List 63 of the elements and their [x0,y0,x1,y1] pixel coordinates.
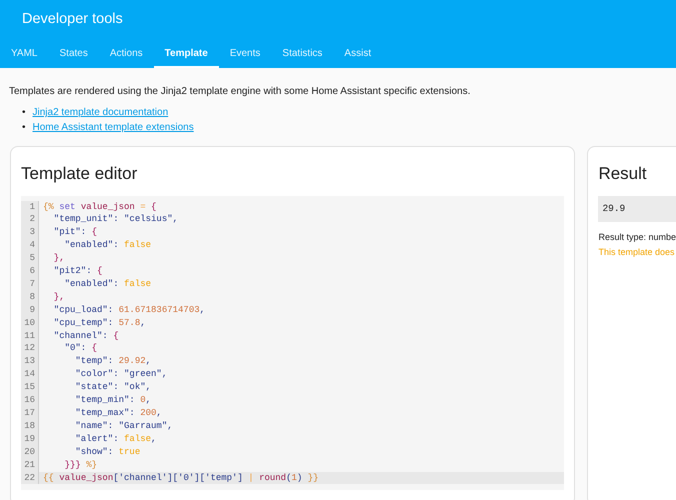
result-type-text: Result type: numbe [598,230,676,244]
code-line: "alert": false, [74,432,156,446]
bullet: • [22,106,26,120]
code-line: {{ value_json['channel']['0']['temp'] | round(1) }} [42,472,318,484]
code-line: "temp": 29.92, [74,355,152,368]
code-line: }, [52,252,65,266]
code-line: }, [52,290,65,304]
line-number: 22 [24,472,35,484]
code-line: {% set value_json = { [42,200,156,214]
line-number: 7 [30,278,35,291]
warning-text: This template does [598,246,676,260]
page-title: Developer tools [21,10,123,29]
card-title: Template editor [21,163,138,185]
code-line: "0": { [64,342,98,356]
tab[interactable]: Events [218,40,272,68]
code-line: "pit": { [52,226,98,240]
line-number: 3 [30,226,35,240]
code-line: "name": "Garraum", [74,420,173,433]
tab[interactable]: Template [154,40,219,68]
card-title: Result [598,163,647,185]
code-line: "pit2": { [52,265,102,278]
line-number: 12 [24,342,35,356]
code-editor[interactable] [21,196,564,490]
line-number: 15 [24,381,35,394]
tab[interactable]: Assist [333,40,382,68]
code-line: "temp_min": 0, [74,394,152,407]
line-number: 9 [30,304,35,317]
line-number: 14 [24,368,35,382]
intro-text: Templates are rendered using the Jinja2 template engine with some Home Assistant specific extensions. [8,85,472,99]
code-line: "color": "green", [74,368,168,382]
line-number: 4 [30,239,35,252]
line-number: 16 [24,394,35,407]
tab[interactable]: Statistics [271,40,334,68]
line-number: 1 [30,200,35,214]
code-line: "cpu_temp": 57.8, [52,316,146,330]
line-number: 11 [24,330,35,342]
line-number: 10 [24,316,35,330]
code-line: "cpu_load": 61.671836714703, [52,304,206,317]
code-line: "state": "ok", [74,381,152,394]
line-number: 8 [30,290,35,304]
line-number: 19 [24,432,35,446]
line-number: 5 [30,252,35,266]
tab[interactable]: Actions [98,40,154,68]
line-number: 13 [24,355,35,368]
doc-link[interactable]: Jinja2 template documentation [32,105,168,120]
tab[interactable]: YAML [0,40,48,68]
line-number: 20 [24,446,35,459]
bullet: • [22,121,26,135]
code-line: "temp_max": 200, [74,407,162,420]
line-number: 21 [24,458,35,472]
result-value: 29.9 [598,196,676,222]
code-line: "enabled": false [64,278,152,291]
code-line: }}} %} [64,458,98,472]
line-number: 6 [30,265,35,278]
code-line: "temp_unit": "celsius", [52,213,178,226]
tab[interactable]: States [48,40,99,68]
line-number: 17 [24,407,35,420]
code-line: "enabled": false [64,239,152,252]
doc-link[interactable]: Home Assistant template extensions [32,120,194,135]
code-line: "channel": { [52,330,119,342]
line-number: 2 [30,213,35,226]
code-line: "show": true [74,446,140,459]
line-number: 18 [24,420,35,433]
